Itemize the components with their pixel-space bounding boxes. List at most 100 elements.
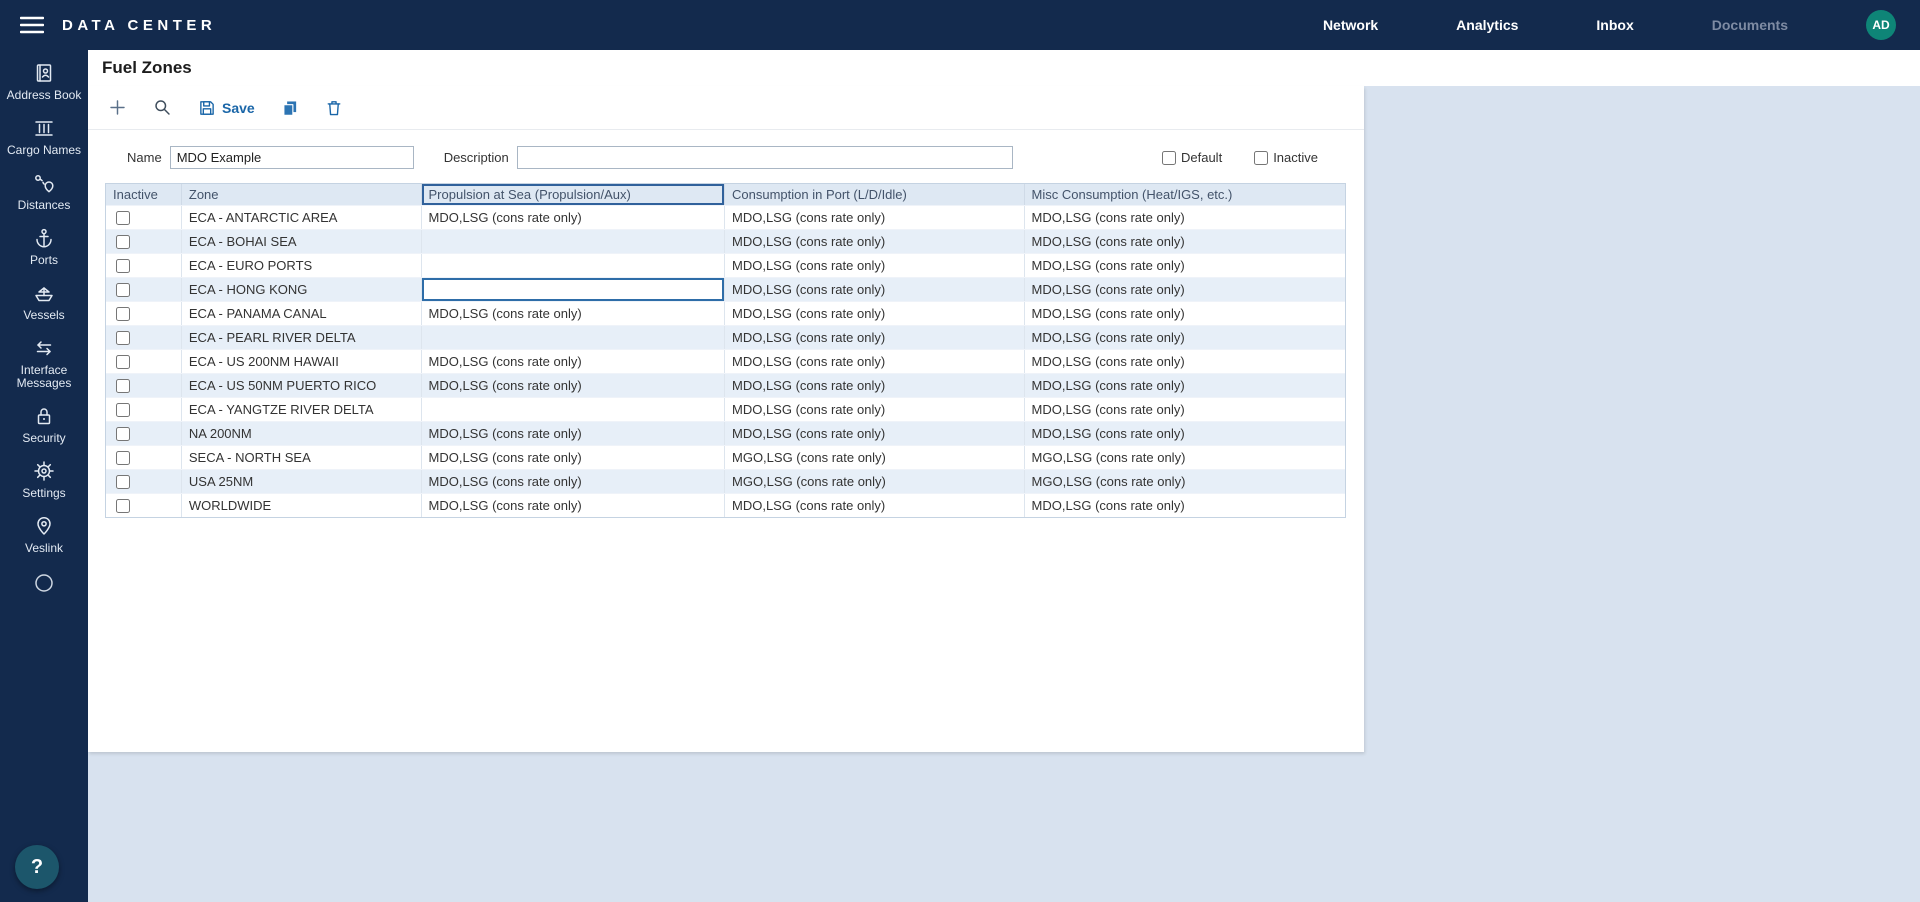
consumption-port-cell[interactable]: MDO,LSG (cons rate only) xyxy=(725,206,1025,229)
column-header-consumption-port[interactable]: Consumption in Port (L/D/Idle) xyxy=(725,184,1025,205)
row-inactive-checkbox[interactable] xyxy=(116,211,130,225)
zone-cell[interactable]: USA 25NM xyxy=(182,470,422,493)
row-inactive-checkbox[interactable] xyxy=(116,307,130,321)
consumption-port-cell[interactable]: MDO,LSG (cons rate only) xyxy=(725,422,1025,445)
consumption-port-cell[interactable]: MGO,LSG (cons rate only) xyxy=(725,470,1025,493)
propulsion-sea-cell[interactable]: MDO,LSG (cons rate only) xyxy=(422,350,726,373)
zone-cell[interactable]: ECA - YANGTZE RIVER DELTA xyxy=(182,398,422,421)
zone-cell[interactable]: NA 200NM xyxy=(182,422,422,445)
column-header-zone[interactable]: Zone xyxy=(182,184,422,205)
sidebar-item-cargo-names[interactable]: Cargo Names xyxy=(5,117,83,157)
nav-inbox[interactable]: Inbox xyxy=(1596,17,1633,33)
table-row[interactable]: ECA - PEARL RIVER DELTA MDO,LSG (cons ra… xyxy=(106,325,1345,349)
consumption-port-cell[interactable]: MDO,LSG (cons rate only) xyxy=(725,302,1025,325)
sidebar-item-ports[interactable]: Ports xyxy=(5,227,83,267)
misc-consumption-cell[interactable]: MGO,LSG (cons rate only) xyxy=(1025,470,1345,493)
misc-consumption-cell[interactable]: MDO,LSG (cons rate only) xyxy=(1025,206,1345,229)
consumption-port-cell[interactable]: MDO,LSG (cons rate only) xyxy=(725,374,1025,397)
table-row[interactable]: ECA - US 200NM HAWAII MDO,LSG (cons rate… xyxy=(106,349,1345,373)
zone-cell[interactable]: ECA - US 50NM PUERTO RICO xyxy=(182,374,422,397)
table-row[interactable]: NA 200NM MDO,LSG (cons rate only) MDO,LS… xyxy=(106,421,1345,445)
column-header-misc-consumption[interactable]: Misc Consumption (Heat/IGS, etc.) xyxy=(1025,184,1345,205)
zone-cell[interactable]: ECA - ANTARCTIC AREA xyxy=(182,206,422,229)
consumption-port-cell[interactable]: MDO,LSG (cons rate only) xyxy=(725,230,1025,253)
zone-cell[interactable]: WORLDWIDE xyxy=(182,494,422,517)
misc-consumption-cell[interactable]: MGO,LSG (cons rate only) xyxy=(1025,446,1345,469)
consumption-port-cell[interactable]: MDO,LSG (cons rate only) xyxy=(725,326,1025,349)
propulsion-sea-cell[interactable]: MDO,LSG (cons rate only) xyxy=(422,206,726,229)
row-inactive-checkbox[interactable] xyxy=(116,475,130,489)
consumption-port-cell[interactable]: MDO,LSG (cons rate only) xyxy=(725,278,1025,301)
row-inactive-checkbox[interactable] xyxy=(116,259,130,273)
column-header-propulsion-sea[interactable]: Propulsion at Sea (Propulsion/Aux) xyxy=(422,184,726,205)
sidebar-item-partial[interactable] xyxy=(5,572,83,594)
misc-consumption-cell[interactable]: MDO,LSG (cons rate only) xyxy=(1025,302,1345,325)
misc-consumption-cell[interactable]: MDO,LSG (cons rate only) xyxy=(1025,374,1345,397)
consumption-port-cell[interactable]: MDO,LSG (cons rate only) xyxy=(725,398,1025,421)
row-inactive-checkbox[interactable] xyxy=(116,283,130,297)
row-inactive-checkbox[interactable] xyxy=(116,331,130,345)
table-row[interactable]: ECA - BOHAI SEA MDO,LSG (cons rate only)… xyxy=(106,229,1345,253)
sidebar-item-distances[interactable]: Distances xyxy=(5,172,83,212)
zone-cell[interactable]: ECA - PANAMA CANAL xyxy=(182,302,422,325)
misc-consumption-cell[interactable]: MDO,LSG (cons rate only) xyxy=(1025,422,1345,445)
table-row[interactable]: ECA - PANAMA CANAL MDO,LSG (cons rate on… xyxy=(106,301,1345,325)
save-button[interactable]: Save xyxy=(198,99,255,117)
propulsion-sea-cell[interactable] xyxy=(422,278,725,301)
table-row[interactable]: SECA - NORTH SEA MDO,LSG (cons rate only… xyxy=(106,445,1345,469)
sidebar-item-interface-messages[interactable]: Interface Messages xyxy=(5,337,83,390)
delete-button[interactable] xyxy=(325,99,343,117)
sidebar-item-address-book[interactable]: Address Book xyxy=(5,62,83,102)
default-checkbox[interactable] xyxy=(1162,151,1176,165)
propulsion-sea-editor[interactable] xyxy=(422,278,724,301)
misc-consumption-cell[interactable]: MDO,LSG (cons rate only) xyxy=(1025,278,1345,301)
misc-consumption-cell[interactable]: MDO,LSG (cons rate only) xyxy=(1025,254,1345,277)
sidebar-item-security[interactable]: Security xyxy=(5,405,83,445)
propulsion-sea-cell[interactable] xyxy=(422,254,726,277)
zone-cell[interactable]: ECA - HONG KONG xyxy=(182,278,422,301)
table-row[interactable]: ECA - EURO PORTS MDO,LSG (cons rate only… xyxy=(106,253,1345,277)
zone-cell[interactable]: ECA - US 200NM HAWAII xyxy=(182,350,422,373)
row-inactive-checkbox[interactable] xyxy=(116,355,130,369)
consumption-port-cell[interactable]: MGO,LSG (cons rate only) xyxy=(725,446,1025,469)
misc-consumption-cell[interactable]: MDO,LSG (cons rate only) xyxy=(1025,326,1345,349)
column-header-inactive[interactable]: Inactive xyxy=(106,184,182,205)
zone-cell[interactable]: ECA - BOHAI SEA xyxy=(182,230,422,253)
propulsion-sea-cell[interactable] xyxy=(422,230,726,253)
inactive-checkbox[interactable] xyxy=(1254,151,1268,165)
help-button[interactable]: ? xyxy=(15,845,59,889)
table-row[interactable]: ECA - US 50NM PUERTO RICO MDO,LSG (cons … xyxy=(106,373,1345,397)
table-row[interactable]: USA 25NM MDO,LSG (cons rate only) MGO,LS… xyxy=(106,469,1345,493)
zone-cell[interactable]: ECA - PEARL RIVER DELTA xyxy=(182,326,422,349)
zone-cell[interactable]: SECA - NORTH SEA xyxy=(182,446,422,469)
add-button[interactable] xyxy=(108,98,127,117)
propulsion-sea-cell[interactable] xyxy=(422,326,726,349)
propulsion-sea-cell[interactable] xyxy=(422,398,726,421)
propulsion-sea-cell[interactable]: MDO,LSG (cons rate only) xyxy=(422,494,726,517)
misc-consumption-cell[interactable]: MDO,LSG (cons rate only) xyxy=(1025,494,1345,517)
row-inactive-checkbox[interactable] xyxy=(116,379,130,393)
zone-cell[interactable]: ECA - EURO PORTS xyxy=(182,254,422,277)
row-inactive-checkbox[interactable] xyxy=(116,235,130,249)
row-inactive-checkbox[interactable] xyxy=(116,427,130,441)
nav-analytics[interactable]: Analytics xyxy=(1456,17,1518,33)
table-row[interactable]: ECA - ANTARCTIC AREA MDO,LSG (cons rate … xyxy=(106,205,1345,229)
consumption-port-cell[interactable]: MDO,LSG (cons rate only) xyxy=(725,254,1025,277)
consumption-port-cell[interactable]: MDO,LSG (cons rate only) xyxy=(725,494,1025,517)
copy-button[interactable] xyxy=(281,99,299,117)
search-button[interactable] xyxy=(153,98,172,117)
description-input[interactable] xyxy=(517,146,1013,169)
nav-network[interactable]: Network xyxy=(1323,17,1378,33)
propulsion-sea-cell[interactable]: MDO,LSG (cons rate only) xyxy=(422,422,726,445)
consumption-port-cell[interactable]: MDO,LSG (cons rate only) xyxy=(725,350,1025,373)
sidebar-item-vessels[interactable]: Vessels xyxy=(5,282,83,322)
misc-consumption-cell[interactable]: MDO,LSG (cons rate only) xyxy=(1025,350,1345,373)
table-row[interactable]: ECA - YANGTZE RIVER DELTA MDO,LSG (cons … xyxy=(106,397,1345,421)
propulsion-sea-cell[interactable]: MDO,LSG (cons rate only) xyxy=(422,446,726,469)
name-input[interactable] xyxy=(170,146,414,169)
hamburger-menu-icon[interactable] xyxy=(20,16,44,34)
row-inactive-checkbox[interactable] xyxy=(116,499,130,513)
user-avatar[interactable]: AD xyxy=(1866,10,1896,40)
sidebar-item-veslink[interactable]: Veslink xyxy=(5,515,83,555)
row-inactive-checkbox[interactable] xyxy=(116,451,130,465)
